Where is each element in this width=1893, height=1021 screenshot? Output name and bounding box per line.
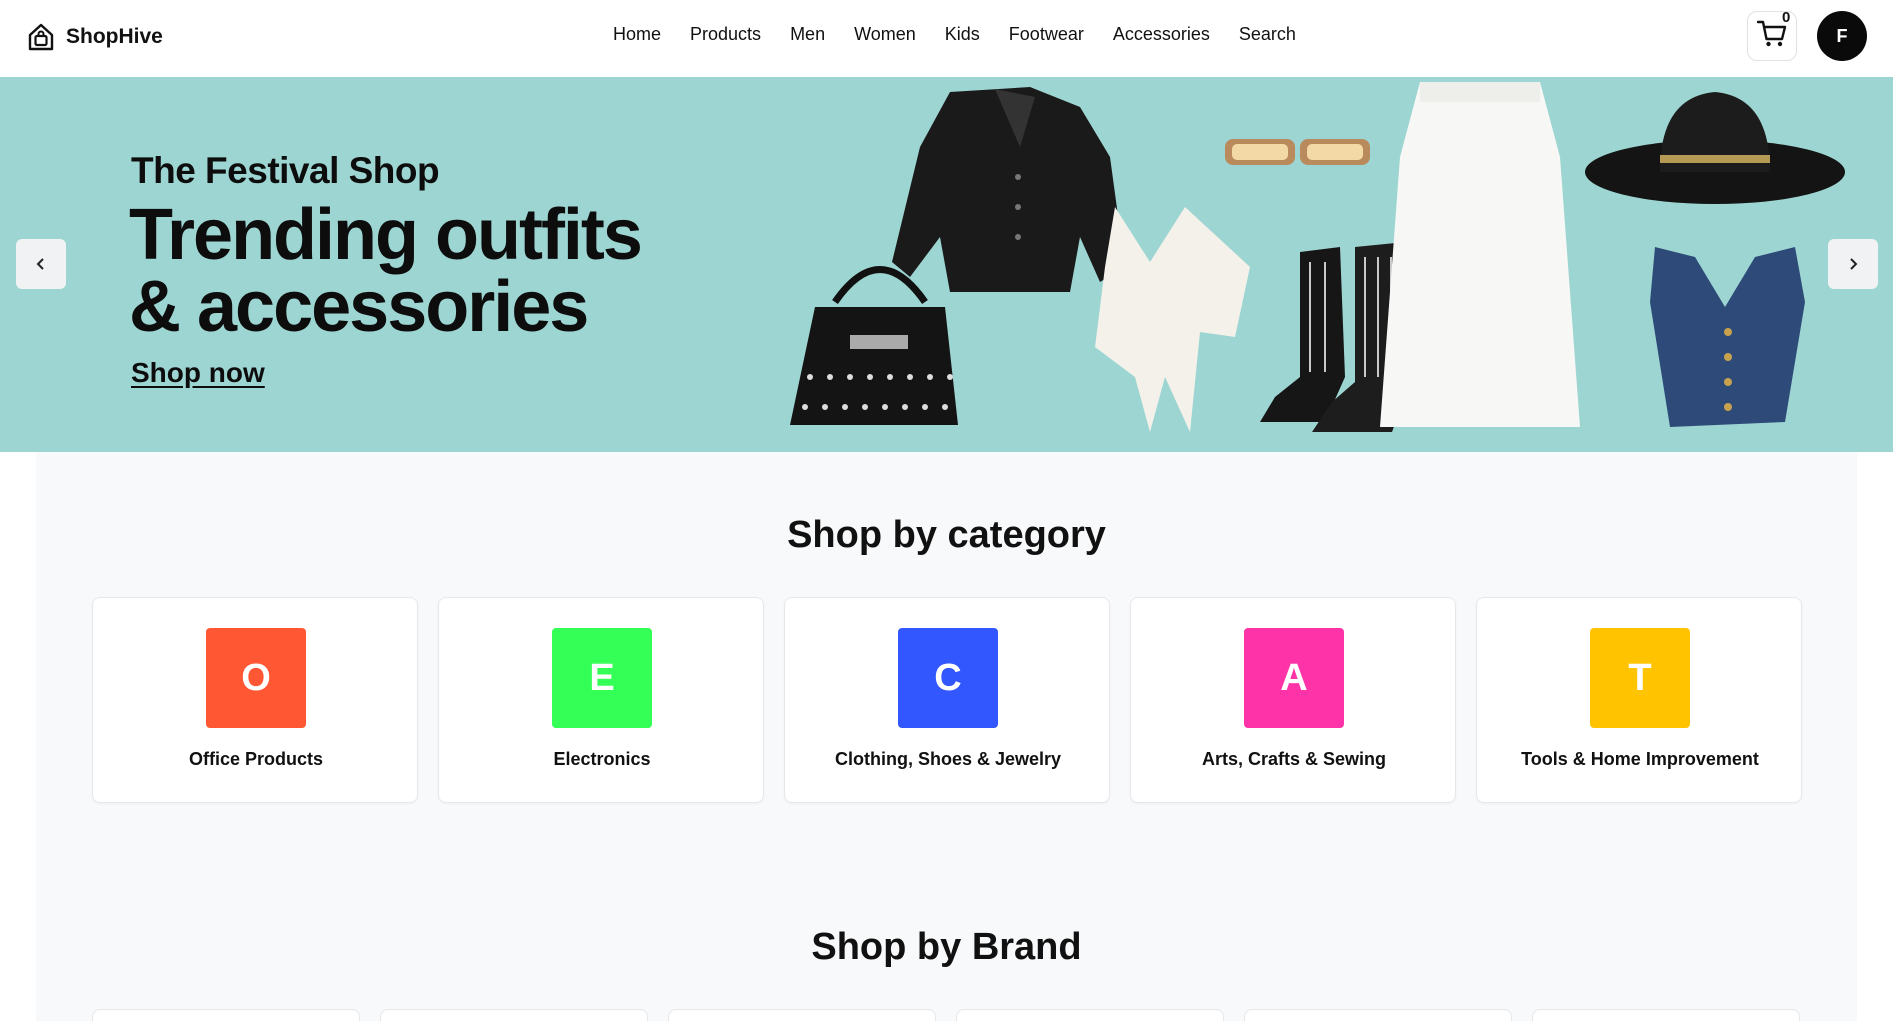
carousel-prev-button[interactable] [16, 239, 66, 289]
sunglasses-image [1225, 139, 1370, 165]
brand-list [92, 1009, 1800, 1021]
user-avatar[interactable]: F [1817, 11, 1867, 61]
shop-by-category-title: Shop by category [787, 514, 1106, 556]
denim-vest-image [1650, 247, 1805, 427]
category-card-arts-crafts[interactable]: A Arts, Crafts & Sewing [1130, 597, 1456, 803]
category-label: Arts, Crafts & Sewing [1201, 749, 1387, 769]
category-label: Clothing, Shoes & Jewelry [834, 749, 1062, 769]
cart-count-badge: 0 [1782, 9, 1791, 26]
category-tile: E [552, 628, 652, 728]
brand-card[interactable] [92, 1009, 360, 1021]
category-tile: T [1590, 628, 1690, 728]
brand-card[interactable] [956, 1009, 1224, 1021]
nav-footwear[interactable]: Footwear [1009, 24, 1084, 45]
chevron-left-icon [35, 251, 47, 277]
nav-kids[interactable]: Kids [945, 24, 980, 45]
category-initial: O [241, 656, 271, 699]
hero-title-line1: Trending outfits [129, 195, 643, 275]
nav-men[interactable]: Men [790, 24, 825, 45]
carousel-next-button[interactable] [1828, 239, 1878, 289]
main-nav: Home Products Men Women Kids Footwear Ac… [613, 24, 1296, 45]
nav-women[interactable]: Women [854, 24, 916, 45]
category-list: O Office Products E Electronics C Clothi… [92, 597, 1802, 803]
category-tile: C [898, 628, 998, 728]
brand-card[interactable] [380, 1009, 648, 1021]
brand-card[interactable] [668, 1009, 936, 1021]
avatar-initial: F [1836, 25, 1848, 46]
brand-card[interactable] [1244, 1009, 1512, 1021]
category-label: Office Products [188, 749, 324, 769]
hero-title: Trending outfits & accessories [129, 199, 829, 343]
hero-product-collage [790, 82, 1845, 432]
nav-search[interactable]: Search [1239, 24, 1296, 45]
brand-card[interactable] [1532, 1009, 1800, 1021]
category-card-electronics[interactable]: E Electronics [438, 597, 764, 803]
category-initial: E [589, 656, 615, 699]
category-initial: T [1628, 656, 1652, 699]
lace-top-image [1095, 207, 1250, 432]
nav-accessories[interactable]: Accessories [1113, 24, 1210, 45]
category-card-office-products[interactable]: O Office Products [92, 597, 418, 803]
category-initial: C [934, 656, 962, 699]
category-tile: O [206, 628, 306, 728]
cowboy-hat-image [1585, 92, 1845, 204]
white-maxi-skirt-image [1380, 82, 1580, 427]
hero-title-line2: & accessories [129, 267, 589, 347]
hero-eyebrow: The Festival Shop [131, 150, 440, 191]
nav-home[interactable]: Home [613, 24, 661, 45]
category-label: Tools & Home Improvement [1521, 749, 1759, 769]
category-tile: A [1244, 628, 1344, 728]
shop-by-brand-title: Shop by Brand [811, 926, 1082, 968]
studded-handbag-image [790, 266, 958, 425]
brand-logo[interactable]: ShopHive [26, 20, 163, 54]
nav-products[interactable]: Products [690, 24, 761, 45]
shopping-bag-home-icon [26, 22, 56, 52]
category-initial: A [1280, 656, 1308, 699]
hero-banner: The Festival Shop Trending outfits & acc… [0, 77, 1893, 452]
category-card-clothing[interactable]: C Clothing, Shoes & Jewelry [784, 597, 1110, 803]
leather-jacket-image [892, 87, 1125, 292]
shop-now-link[interactable]: Shop now [131, 357, 265, 389]
chevron-right-icon [1847, 251, 1859, 277]
site-header: ShopHive Home Products Men Women Kids Fo… [0, 0, 1893, 77]
category-card-tools-home[interactable]: T Tools & Home Improvement [1476, 597, 1802, 803]
brand-name: ShopHive [66, 25, 163, 48]
category-label: Electronics [553, 749, 651, 769]
main-content: Shop by category O Office Products E Ele… [36, 452, 1857, 1021]
